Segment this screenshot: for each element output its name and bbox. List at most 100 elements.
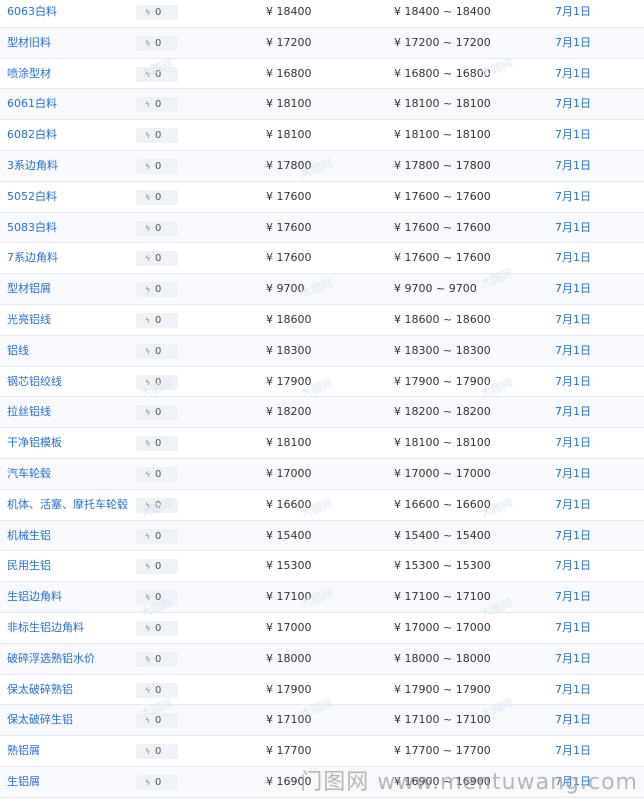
- change-badge: ϟ0: [136, 651, 178, 667]
- trend-icon: ϟ: [145, 346, 151, 356]
- price-range: ¥ 16600 ~ 16600: [394, 497, 491, 511]
- date-link[interactable]: 7月1日: [555, 582, 591, 612]
- date-link[interactable]: 7月1日: [555, 336, 591, 366]
- date-link[interactable]: 7月1日: [555, 367, 591, 397]
- price-value: ¥ 17600: [266, 220, 312, 234]
- product-name-link[interactable]: 型材旧料: [7, 28, 51, 58]
- date-link[interactable]: 7月1日: [555, 644, 591, 674]
- price-value: ¥ 17700: [266, 744, 312, 758]
- date-link[interactable]: 7月1日: [555, 428, 591, 458]
- change-badge: ϟ0: [136, 343, 178, 359]
- change-badge: ϟ0: [136, 66, 178, 82]
- change-value: 0: [155, 653, 162, 665]
- date-link[interactable]: 7月1日: [555, 521, 591, 551]
- change-value: 0: [155, 499, 162, 511]
- product-name-link[interactable]: 拉丝铝线: [7, 397, 51, 427]
- product-name-link[interactable]: 生铝屑: [7, 767, 40, 797]
- product-name-link[interactable]: 3系边角料: [7, 151, 58, 181]
- date-link[interactable]: 7月1日: [555, 397, 591, 427]
- date-link[interactable]: 7月1日: [555, 767, 591, 797]
- price-value: ¥ 18100: [266, 436, 312, 450]
- trend-icon: ϟ: [145, 161, 151, 171]
- product-name-link[interactable]: 机体、活塞、摩托车轮毂: [7, 490, 128, 520]
- product-name-link[interactable]: 民用生铝: [7, 551, 51, 581]
- trend-icon: ϟ: [145, 100, 151, 110]
- price-value: ¥ 16900: [266, 774, 312, 788]
- table-row: 钢芯铝绞线 ϟ 0 ¥ 17900 ¥ 17900 ~ 17900 7月1日: [0, 367, 644, 398]
- product-name-link[interactable]: 非标生铝边角料: [7, 613, 84, 643]
- price-range: ¥ 9700 ~ 9700: [394, 282, 477, 296]
- date-link[interactable]: 7月1日: [555, 0, 591, 27]
- product-name-link[interactable]: 钢芯铝绞线: [7, 367, 62, 397]
- change-value: 0: [155, 407, 162, 419]
- change-badge: ϟ0: [136, 528, 178, 544]
- product-name-link[interactable]: 5083白料: [7, 213, 57, 243]
- change-value: 0: [155, 191, 162, 203]
- price-value: ¥ 18400: [266, 5, 312, 18]
- product-name-link[interactable]: 6082白料: [7, 120, 57, 150]
- date-link[interactable]: 7月1日: [555, 89, 591, 119]
- price-range: ¥ 17900 ~ 17900: [394, 682, 491, 696]
- date-link[interactable]: 7月1日: [555, 705, 591, 735]
- product-name-link[interactable]: 保太破碎熟铝: [7, 675, 73, 705]
- date-link[interactable]: 7月1日: [555, 613, 591, 643]
- change-value: 0: [155, 715, 162, 727]
- date-link[interactable]: 7月1日: [555, 274, 591, 304]
- trend-icon: ϟ: [145, 223, 151, 233]
- product-name-link[interactable]: 6061白料: [7, 89, 57, 119]
- product-name-link[interactable]: 光亮铝线: [7, 305, 51, 335]
- date-link[interactable]: 7月1日: [555, 305, 591, 335]
- change-badge: ϟ0: [136, 251, 178, 267]
- price-range: ¥ 17000 ~ 17000: [394, 466, 491, 480]
- date-link[interactable]: 7月1日: [555, 120, 591, 150]
- change-badge: ϟ0: [136, 620, 178, 636]
- table-row: 保太破碎熟铝 ϟ 0 ¥ 17900 ¥ 17900 ~ 17900 7月1日: [0, 675, 644, 706]
- price-value: ¥ 17600: [266, 189, 312, 203]
- date-link[interactable]: 7月1日: [555, 151, 591, 181]
- price-value: ¥ 9700: [266, 282, 305, 296]
- product-name-link[interactable]: 铝线: [7, 336, 29, 366]
- product-name-link[interactable]: 破碎浮选熟铝水价: [7, 644, 95, 674]
- price-range: ¥ 17600 ~ 17600: [394, 189, 491, 203]
- trend-icon: ϟ: [145, 623, 151, 633]
- price-range: ¥ 16900 ~ 16900: [394, 774, 491, 788]
- product-name-link[interactable]: 干净铝模板: [7, 428, 62, 458]
- product-name-link[interactable]: 汽车轮毂: [7, 459, 51, 489]
- table-row: 5052白料 ϟ 0 ¥ 17600 ¥ 17600 ~ 17600 7月1日: [0, 182, 644, 213]
- price-value: ¥ 16600: [266, 497, 312, 511]
- product-name-link[interactable]: 型材铝屑: [7, 274, 51, 304]
- change-value: 0: [155, 561, 162, 573]
- date-link[interactable]: 7月1日: [555, 459, 591, 489]
- price-value: ¥ 18300: [266, 343, 312, 357]
- change-value: 0: [155, 376, 162, 388]
- date-link[interactable]: 7月1日: [555, 551, 591, 581]
- product-name-link[interactable]: 机械生铝: [7, 521, 51, 551]
- product-name-link[interactable]: 生铝边角料: [7, 582, 62, 612]
- table-row: 型材旧料 ϟ 0 ¥ 17200 ¥ 17200 ~ 17200 7月1日: [0, 27, 644, 59]
- date-link[interactable]: 7月1日: [555, 490, 591, 520]
- product-name-link[interactable]: 保太破碎生铝: [7, 705, 73, 735]
- price-value: ¥ 15300: [266, 559, 312, 573]
- table-row: 6063白料 ϟ 0 ¥ 18400 ¥ 18400 ~ 18400 7月1日: [0, 0, 644, 28]
- table-row: 铝线 ϟ 0 ¥ 18300 ¥ 18300 ~ 18300 7月1日: [0, 335, 644, 367]
- date-link[interactable]: 7月1日: [555, 243, 591, 273]
- product-name-link[interactable]: 熟铝屑: [7, 736, 40, 766]
- date-link[interactable]: 7月1日: [555, 675, 591, 705]
- trend-icon: ϟ: [145, 377, 151, 387]
- date-link[interactable]: 7月1日: [555, 59, 591, 89]
- table-row: 5083白料 ϟ 0 ¥ 17600 ¥ 17600 ~ 17600 7月1日: [0, 212, 644, 244]
- product-name-link[interactable]: 喷涂型材: [7, 59, 51, 89]
- product-name-link[interactable]: 6063白料: [7, 0, 57, 27]
- product-name-link[interactable]: 5052白料: [7, 182, 57, 212]
- price-value: ¥ 18100: [266, 97, 312, 111]
- change-value: 0: [155, 284, 162, 296]
- price-value: ¥ 17100: [266, 713, 312, 727]
- change-badge: ϟ0: [136, 312, 178, 328]
- date-link[interactable]: 7月1日: [555, 182, 591, 212]
- product-name-link[interactable]: 7系边角料: [7, 243, 58, 273]
- date-link[interactable]: 7月1日: [555, 28, 591, 58]
- date-link[interactable]: 7月1日: [555, 736, 591, 766]
- price-range: ¥ 17600 ~ 17600: [394, 251, 491, 265]
- date-link[interactable]: 7月1日: [555, 213, 591, 243]
- change-badge: ϟ0: [136, 374, 178, 390]
